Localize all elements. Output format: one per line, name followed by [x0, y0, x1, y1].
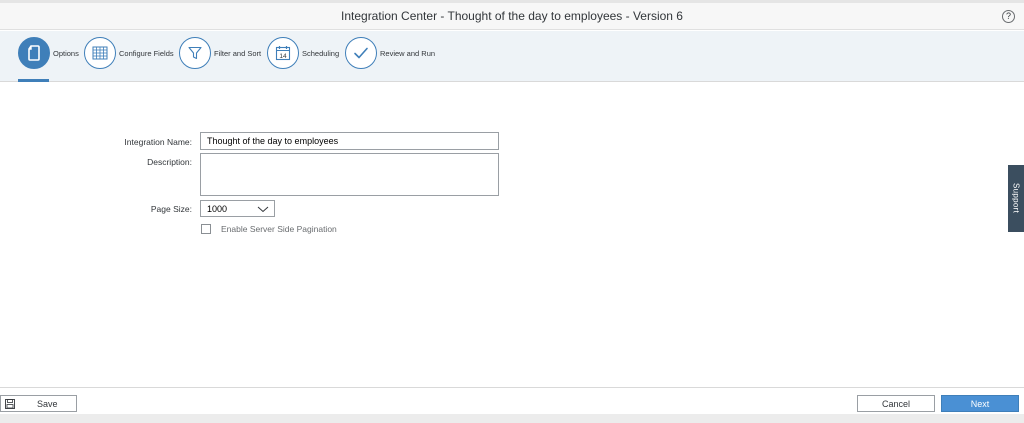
support-tab-label: Support: [1011, 183, 1021, 214]
wizard-step-label: Filter and Sort: [214, 48, 262, 58]
cancel-button[interactable]: Cancel: [857, 395, 935, 412]
server-pagination-checkbox[interactable]: [201, 224, 211, 234]
wizard-step-label: Options: [53, 48, 79, 58]
next-button[interactable]: Next: [941, 395, 1019, 412]
funnel-icon: [179, 37, 211, 69]
help-icon[interactable]: ?: [1002, 10, 1015, 23]
integration-name-label: Integration Name:: [124, 137, 192, 147]
wizard-step-options[interactable]: Options: [18, 37, 79, 69]
chevron-down-icon: [257, 206, 269, 213]
server-pagination-label: Enable Server Side Pagination: [221, 224, 337, 234]
checkmark-icon: [345, 37, 377, 69]
wizard-step-filter-and-sort[interactable]: Filter and Sort: [179, 37, 261, 69]
wizard-step-label: Configure Fields: [119, 48, 174, 58]
calendar-day-number: 14: [279, 53, 287, 60]
wizard-step-scheduling[interactable]: 14 Scheduling: [267, 37, 339, 69]
wizard-step-label: Scheduling: [302, 48, 340, 58]
page-size-select[interactable]: 1000: [200, 200, 275, 217]
active-step-indicator: [18, 79, 49, 82]
window-title: Integration Center - Thought of the day …: [341, 9, 683, 23]
wizard-step-label: Review and Run: [380, 48, 436, 58]
integration-name-input[interactable]: [200, 132, 499, 150]
wizard-step-configure-fields[interactable]: Configure Fields: [84, 37, 174, 69]
save-button-label: Save: [37, 399, 58, 409]
document-icon: [18, 37, 50, 69]
description-label: Description:: [147, 157, 192, 167]
description-textarea[interactable]: [200, 153, 499, 196]
page-size-label: Page Size:: [150, 204, 192, 214]
wizard-steps-bar: Options Configure Fields Filter and Sort: [0, 31, 1024, 82]
support-tab[interactable]: Support: [1008, 165, 1024, 232]
page-size-value: 1000: [207, 203, 228, 214]
footer-bottom-strip: [0, 414, 1024, 423]
grid-icon: [84, 37, 116, 69]
calendar-icon: 14: [267, 37, 299, 69]
save-button[interactable]: Save: [0, 395, 77, 412]
title-bar: Integration Center - Thought of the day …: [0, 3, 1024, 30]
save-icon: [5, 399, 15, 409]
wizard-step-review-and-run[interactable]: Review and Run: [345, 37, 435, 69]
